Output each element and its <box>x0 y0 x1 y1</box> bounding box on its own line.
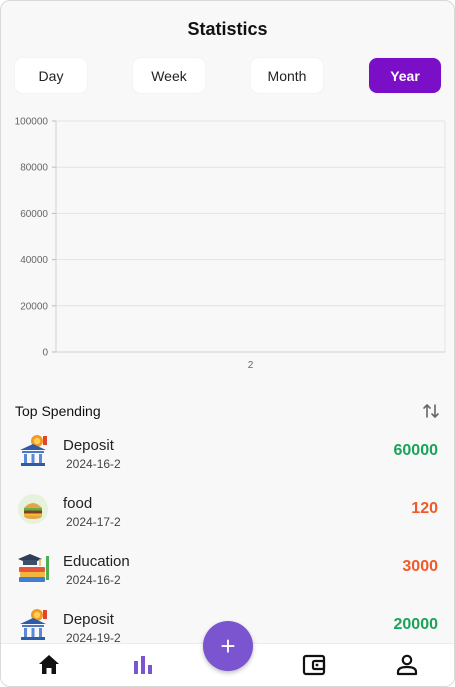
item-name: Deposit <box>63 437 114 454</box>
item-amount: 20000 <box>393 616 439 633</box>
bank-coin-icon <box>20 609 47 640</box>
item-name: Education <box>63 553 130 570</box>
sort-arrows-icon[interactable] <box>422 402 440 420</box>
statistics-chart: 0 20000 40000 60000 80000 100000 2 <box>1 111 454 376</box>
item-date: 2024-17-2 <box>66 515 121 529</box>
page-title: Statistics <box>187 19 268 39</box>
item-date: 2024-16-2 <box>66 457 121 471</box>
add-transaction-button[interactable]: + <box>203 621 253 671</box>
tab-year[interactable]: Year <box>369 58 441 93</box>
home-icon[interactable] <box>36 652 62 678</box>
bank-coin-icon <box>20 435 47 466</box>
item-name: Deposit <box>63 611 114 628</box>
list-item[interactable]: Education 2024-16-2 3000 <box>1 546 454 592</box>
top-spending-title: Top Spending <box>15 403 101 419</box>
wallet-icon[interactable] <box>301 652 327 678</box>
bar-chart-icon[interactable] <box>130 652 156 678</box>
y-tick-label: 20000 <box>20 301 48 312</box>
list-item[interactable]: Deposit 2024-16-2 60000 <box>1 430 454 476</box>
y-tick-label: 40000 <box>20 255 48 266</box>
list-item[interactable]: food 2024-17-2 120 <box>1 488 454 534</box>
person-icon[interactable] <box>394 652 420 678</box>
item-amount: 60000 <box>393 442 439 459</box>
y-tick-label: 0 <box>42 348 48 359</box>
burger-icon <box>18 494 48 524</box>
item-amount: 3000 <box>402 558 438 575</box>
y-tick-label: 80000 <box>20 163 48 174</box>
period-tabs: Day Week Month Year <box>1 58 454 94</box>
y-tick-label: 60000 <box>20 209 48 220</box>
item-name: food <box>63 495 93 512</box>
y-tick-label: 100000 <box>15 117 49 128</box>
tab-day[interactable]: Day <box>15 58 87 93</box>
chart-svg: 0 20000 40000 60000 80000 100000 2 <box>15 117 446 371</box>
app-screen: Statistics Day Week Month Year 0 20000 400… <box>0 0 455 687</box>
graduation-books-icon <box>18 554 49 582</box>
tab-week[interactable]: Week <box>133 58 205 93</box>
item-date: 2024-16-2 <box>66 573 121 587</box>
top-spending-header: Top Spending <box>15 401 440 421</box>
tab-month[interactable]: Month <box>251 58 323 93</box>
item-amount: 120 <box>411 500 438 517</box>
x-tick-label: 2 <box>248 360 254 371</box>
